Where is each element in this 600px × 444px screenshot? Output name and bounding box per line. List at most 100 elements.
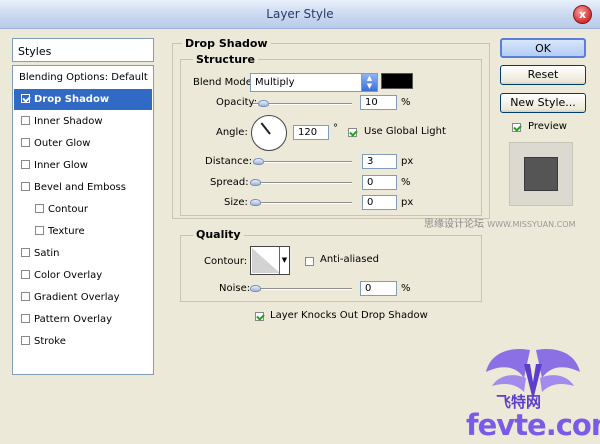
opacity-input[interactable]: 10 [360,95,397,110]
noise-slider-thumb[interactable] [250,285,261,292]
close-icon: x [578,8,587,21]
watermark-text: 思缘设计论坛 WWW.MISSYUAN.COM [424,215,576,230]
style-item-label: Drop Shadow [34,94,110,105]
spread-label: Spread: [210,177,249,188]
style-item-bevel-emboss[interactable]: Bevel and Emboss [14,177,152,198]
checkbox-icon[interactable] [21,138,30,147]
style-item-inner-glow[interactable]: Inner Glow [14,155,152,176]
style-item-label: Satin [34,248,60,259]
reset-button[interactable]: Reset [500,65,586,85]
spread-unit: % [401,177,411,188]
noise-input[interactable]: 0 [360,281,397,296]
style-item-label: Blending Options: Default [19,72,148,83]
noise-slider-track[interactable] [253,288,352,290]
opacity-slider-thumb[interactable] [258,100,269,107]
styles-header[interactable]: Styles [12,38,154,62]
title-bar: Layer Style x [0,0,600,29]
checkbox-icon[interactable] [305,257,314,266]
opacity-label: Opacity: [216,97,258,108]
blend-mode-label: Blend Mode: [193,77,256,88]
style-item-gradient-overlay[interactable]: Gradient Overlay [14,287,152,308]
style-item-contour[interactable]: Contour [14,199,152,220]
style-item-label: Bevel and Emboss [34,182,126,193]
checkbox-icon[interactable] [35,204,44,213]
checkbox-icon[interactable] [348,128,357,137]
distance-label: Distance: [205,156,253,167]
style-item-label: Inner Shadow [34,116,103,127]
checkbox-icon[interactable] [21,270,30,279]
checkbox-icon[interactable] [35,226,44,235]
preview-checkbox[interactable] [512,121,525,134]
style-item-texture[interactable]: Texture [14,221,152,242]
angle-dial-needle [260,122,271,135]
style-item-blending-options[interactable]: Blending Options: Default [14,67,152,88]
watermark-site: WWW.MISSYUAN.COM [487,220,576,229]
style-item-stroke[interactable]: Stroke [14,331,152,352]
contour-picker[interactable]: ▼ [250,246,290,275]
blend-mode-value: Multiply [255,77,295,88]
distance-unit: px [401,156,414,167]
checkbox-icon[interactable] [255,312,264,321]
preview-square [524,157,558,191]
checkbox-icon[interactable] [21,160,30,169]
anti-aliased-label: Anti-aliased [320,254,380,265]
style-item-label: Texture [48,226,85,237]
contour-curve-icon [252,248,280,273]
blend-mode-select[interactable]: Multiply ▲ ▼ [250,73,378,92]
shadow-color-swatch[interactable] [381,73,413,89]
logo-brand-text: fevte.com [466,408,600,442]
distance-slider-thumb[interactable] [253,158,264,165]
spread-slider-thumb[interactable] [250,179,261,186]
knockout-checkbox[interactable] [255,310,268,323]
style-item-drop-shadow[interactable]: Drop Shadow [14,89,152,110]
chevron-down-icon[interactable]: ▼ [279,247,289,274]
structure-title: Structure [193,53,258,66]
anti-aliased-checkbox[interactable] [305,255,318,268]
style-item-label: Stroke [34,336,66,347]
style-item-label: Pattern Overlay [34,314,113,325]
angle-dial[interactable] [251,115,287,151]
noise-label: Noise: [219,283,251,294]
style-item-label: Color Overlay [34,270,103,281]
use-global-light-label: Use Global Light [364,126,446,137]
watermark-cn: 思缘设计论坛 [424,219,484,230]
style-item-satin[interactable]: Satin [14,243,152,264]
checkbox-icon[interactable] [21,182,30,191]
noise-unit: % [401,283,411,294]
opacity-unit: % [401,97,411,108]
style-item-outer-glow[interactable]: Outer Glow [14,133,152,154]
checkbox-icon[interactable] [21,94,30,103]
checkbox-icon[interactable] [21,336,30,345]
checkbox-icon[interactable] [21,116,30,125]
checkbox-icon[interactable] [21,314,30,323]
size-input[interactable]: 0 [362,195,397,210]
angle-input[interactable]: 120 [293,125,329,140]
checkbox-icon[interactable] [21,248,30,257]
knockout-label: Layer Knocks Out Drop Shadow [270,310,428,321]
distance-input[interactable]: 3 [362,154,397,169]
style-item-label: Outer Glow [34,138,91,149]
style-item-pattern-overlay[interactable]: Pattern Overlay [14,309,152,330]
checkbox-icon[interactable] [21,292,30,301]
size-slider-track[interactable] [253,202,352,204]
style-item-label: Inner Glow [34,160,88,171]
size-slider-thumb[interactable] [250,199,261,206]
ok-button[interactable]: OK [500,38,586,58]
quality-title: Quality [193,228,244,241]
window-title: Layer Style [266,7,334,21]
preview-thumbnail [509,142,573,206]
style-item-label: Contour [48,204,88,215]
use-global-light-checkbox[interactable] [348,126,361,139]
distance-slider-track[interactable] [253,161,352,163]
drop-shadow-title: Drop Shadow [182,37,271,50]
close-button[interactable]: x [573,5,592,24]
style-item-inner-shadow[interactable]: Inner Shadow [14,111,152,132]
styles-list: Blending Options: Default Drop Shadow In… [12,65,154,375]
angle-label: Angle: [216,127,248,138]
preview-label: Preview [528,121,567,132]
spread-slider-track[interactable] [253,182,352,184]
spread-input[interactable]: 0 [362,175,397,190]
new-style-button[interactable]: New Style... [500,93,586,113]
checkbox-icon[interactable] [512,123,521,132]
style-item-color-overlay[interactable]: Color Overlay [14,265,152,286]
